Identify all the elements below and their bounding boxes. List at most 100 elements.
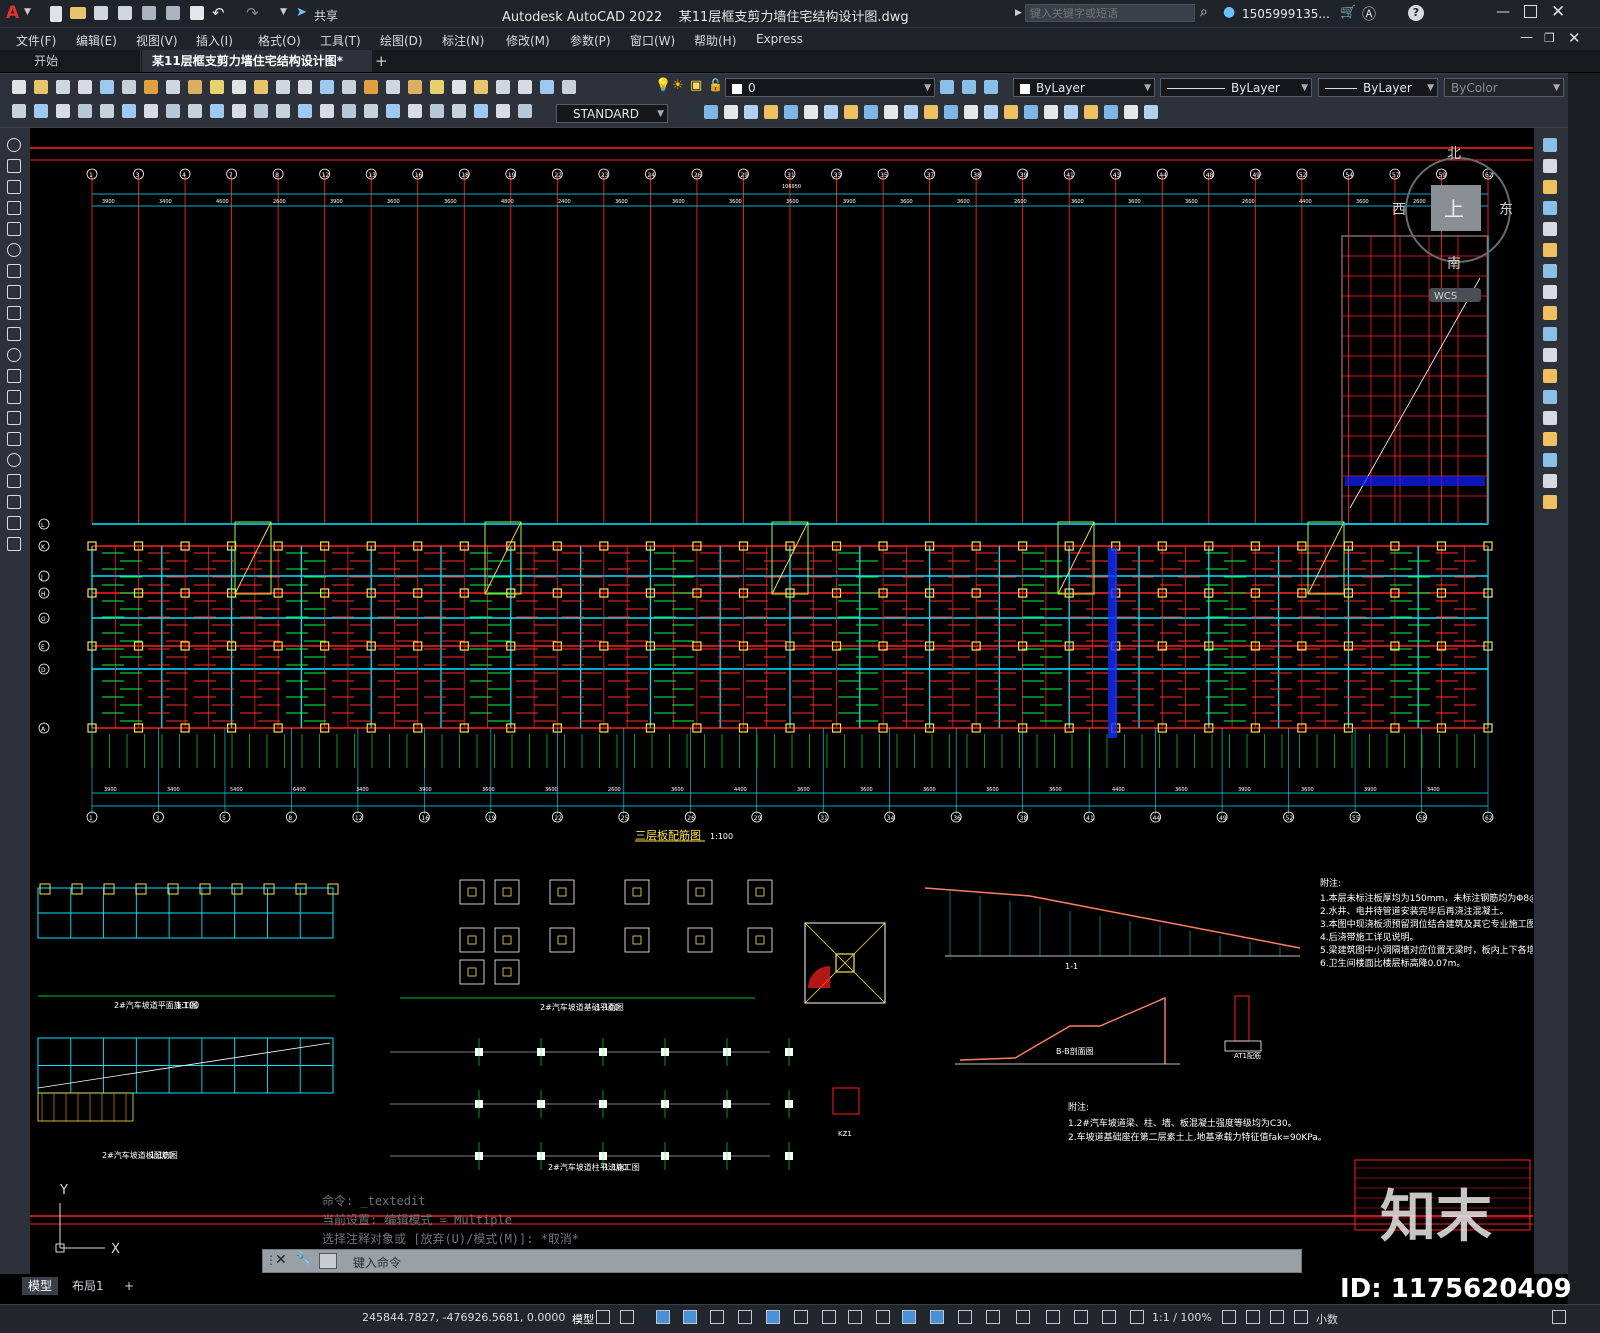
viewcube[interactable]: 上 北 南 东 西 WCS	[1392, 146, 1513, 302]
erase-icon[interactable]	[1543, 138, 1557, 152]
properties-icon[interactable]	[364, 80, 378, 94]
save-icon[interactable]	[94, 6, 108, 20]
quick-properties-icon[interactable]	[1130, 1310, 1144, 1324]
clean-screen-icon[interactable]	[1294, 1310, 1308, 1324]
add-selected-icon[interactable]	[7, 537, 21, 551]
radius-dim-icon[interactable]	[100, 104, 114, 118]
undo-icon[interactable]	[232, 80, 246, 94]
app-menu-chevron-icon[interactable]: ▼	[24, 7, 31, 17]
inspect-icon[interactable]	[342, 104, 356, 118]
doc-close-icon[interactable]: ✕	[1568, 29, 1581, 47]
view-front-icon[interactable]	[1064, 105, 1078, 119]
arc-dim-icon[interactable]	[56, 104, 70, 118]
stretch-icon[interactable]	[1543, 306, 1557, 320]
tolerance-icon[interactable]	[298, 104, 312, 118]
autodesk-a360-icon[interactable]: Ⓐ	[1362, 4, 1376, 24]
menu-window[interactable]: 窗口(W)	[630, 32, 675, 49]
view-left-icon[interactable]	[1024, 105, 1038, 119]
match-icon[interactable]	[210, 80, 224, 94]
layer-properties-icon[interactable]	[940, 80, 954, 94]
gizmo-icon[interactable]	[958, 1310, 972, 1324]
viewcube-top[interactable]: 上	[1444, 197, 1464, 221]
linetype-dropdown[interactable]: ByLayer ▼	[1160, 78, 1312, 97]
ucs-world-icon[interactable]	[724, 105, 738, 119]
annotation-monitor-icon[interactable]	[1074, 1310, 1088, 1324]
ucs-object-icon[interactable]	[784, 105, 798, 119]
ucs-zrot-icon[interactable]	[924, 105, 938, 119]
new-file-icon[interactable]	[50, 6, 62, 22]
extend-icon[interactable]	[1543, 348, 1557, 362]
dim-space-icon[interactable]	[254, 104, 268, 118]
osnap-icon[interactable]	[766, 1310, 780, 1324]
open-icon[interactable]	[34, 80, 48, 94]
mirror-icon[interactable]	[1543, 180, 1557, 194]
open-web-icon[interactable]	[142, 6, 156, 20]
ellipse-arc-icon[interactable]	[7, 348, 21, 362]
menu-express[interactable]: Express	[756, 32, 803, 46]
view-right-icon[interactable]	[1044, 105, 1058, 119]
isolate-icon[interactable]	[1246, 1310, 1260, 1324]
add-layout-button[interactable]: +	[118, 1277, 140, 1295]
baseline-dim-icon[interactable]	[210, 104, 224, 118]
text-style-dropdown[interactable]: STANDARD ▼	[556, 104, 668, 123]
tab-layout1[interactable]: 布局1	[66, 1277, 110, 1295]
viewcube-east[interactable]: 东	[1499, 202, 1513, 218]
copy-object-icon[interactable]	[1543, 159, 1557, 173]
angular-dim-icon[interactable]	[166, 104, 180, 118]
menu-help[interactable]: 帮助(H)	[694, 32, 736, 49]
command-close-icon[interactable]: ✕	[275, 1252, 287, 1268]
snap-icon[interactable]	[620, 1310, 634, 1324]
multileader-icon[interactable]	[496, 104, 510, 118]
table-icon[interactable]	[7, 495, 21, 509]
autocad-logo-icon[interactable]: A	[6, 3, 19, 23]
camera-icon[interactable]	[1124, 105, 1138, 119]
linear-dim-icon[interactable]	[12, 104, 26, 118]
lock-icon[interactable]: 🔓	[708, 78, 723, 92]
menu-file[interactable]: 文件(F)	[16, 32, 56, 49]
hatch-icon[interactable]	[7, 432, 21, 446]
model-space-toggle[interactable]: 模型	[572, 1311, 594, 1327]
menu-view[interactable]: 视图(V)	[136, 32, 178, 49]
layer-match-icon[interactable]	[984, 80, 998, 94]
pan-icon[interactable]	[276, 80, 290, 94]
sheet-set-icon[interactable]	[430, 80, 444, 94]
ucs-z-icon[interactable]	[844, 105, 858, 119]
sun-icon[interactable]: ☀	[672, 78, 684, 93]
isodraft-icon[interactable]	[710, 1310, 724, 1324]
undo-icon[interactable]: ↶	[212, 4, 225, 22]
rotate-icon[interactable]	[1543, 264, 1557, 278]
lineweight-icon[interactable]	[794, 1310, 808, 1324]
lightbulb-icon[interactable]: 💡	[655, 78, 671, 93]
polygon-icon[interactable]	[7, 201, 21, 215]
ucs-apply-icon[interactable]	[944, 105, 958, 119]
share-icon[interactable]: ➤	[296, 5, 307, 20]
viewcube-north[interactable]: 北	[1447, 146, 1461, 162]
plot-icon[interactable]	[78, 80, 92, 94]
help-icon[interactable]: ?	[1408, 5, 1424, 21]
annotation-visibility-icon[interactable]	[986, 1310, 1000, 1324]
zoom-window-icon[interactable]	[320, 80, 334, 94]
multiline-text-icon[interactable]	[7, 516, 21, 530]
ucs-x-icon[interactable]	[884, 105, 898, 119]
save-web-icon[interactable]	[166, 6, 180, 20]
doc-restore-icon[interactable]: ❐	[1544, 31, 1555, 45]
zoom-prev-icon[interactable]	[342, 80, 356, 94]
viewcube-wcs[interactable]: WCS	[1434, 291, 1457, 302]
redo-icon[interactable]	[254, 80, 268, 94]
search-input[interactable]	[1025, 4, 1195, 22]
fillet-icon[interactable]	[1543, 453, 1557, 467]
cut-icon[interactable]	[144, 80, 158, 94]
move-icon[interactable]	[1543, 243, 1557, 257]
freeze-icon[interactable]: ▣	[690, 78, 702, 93]
layer-state-icon[interactable]	[518, 80, 532, 94]
hardware-accel-icon[interactable]	[1270, 1310, 1284, 1324]
menu-parametric[interactable]: 参数(P)	[570, 32, 611, 49]
command-recent-icon[interactable]	[319, 1253, 337, 1269]
units-icon[interactable]	[1102, 1310, 1116, 1324]
selection-filter-icon[interactable]	[930, 1310, 944, 1324]
add-tab-button[interactable]: +	[365, 50, 398, 72]
tab-drawing[interactable]: 某11层框支剪力墙住宅结构设计图* ×	[142, 50, 372, 90]
leader-icon[interactable]	[474, 104, 488, 118]
save-as-icon[interactable]	[118, 6, 132, 20]
menu-format[interactable]: 格式(O)	[258, 32, 301, 49]
